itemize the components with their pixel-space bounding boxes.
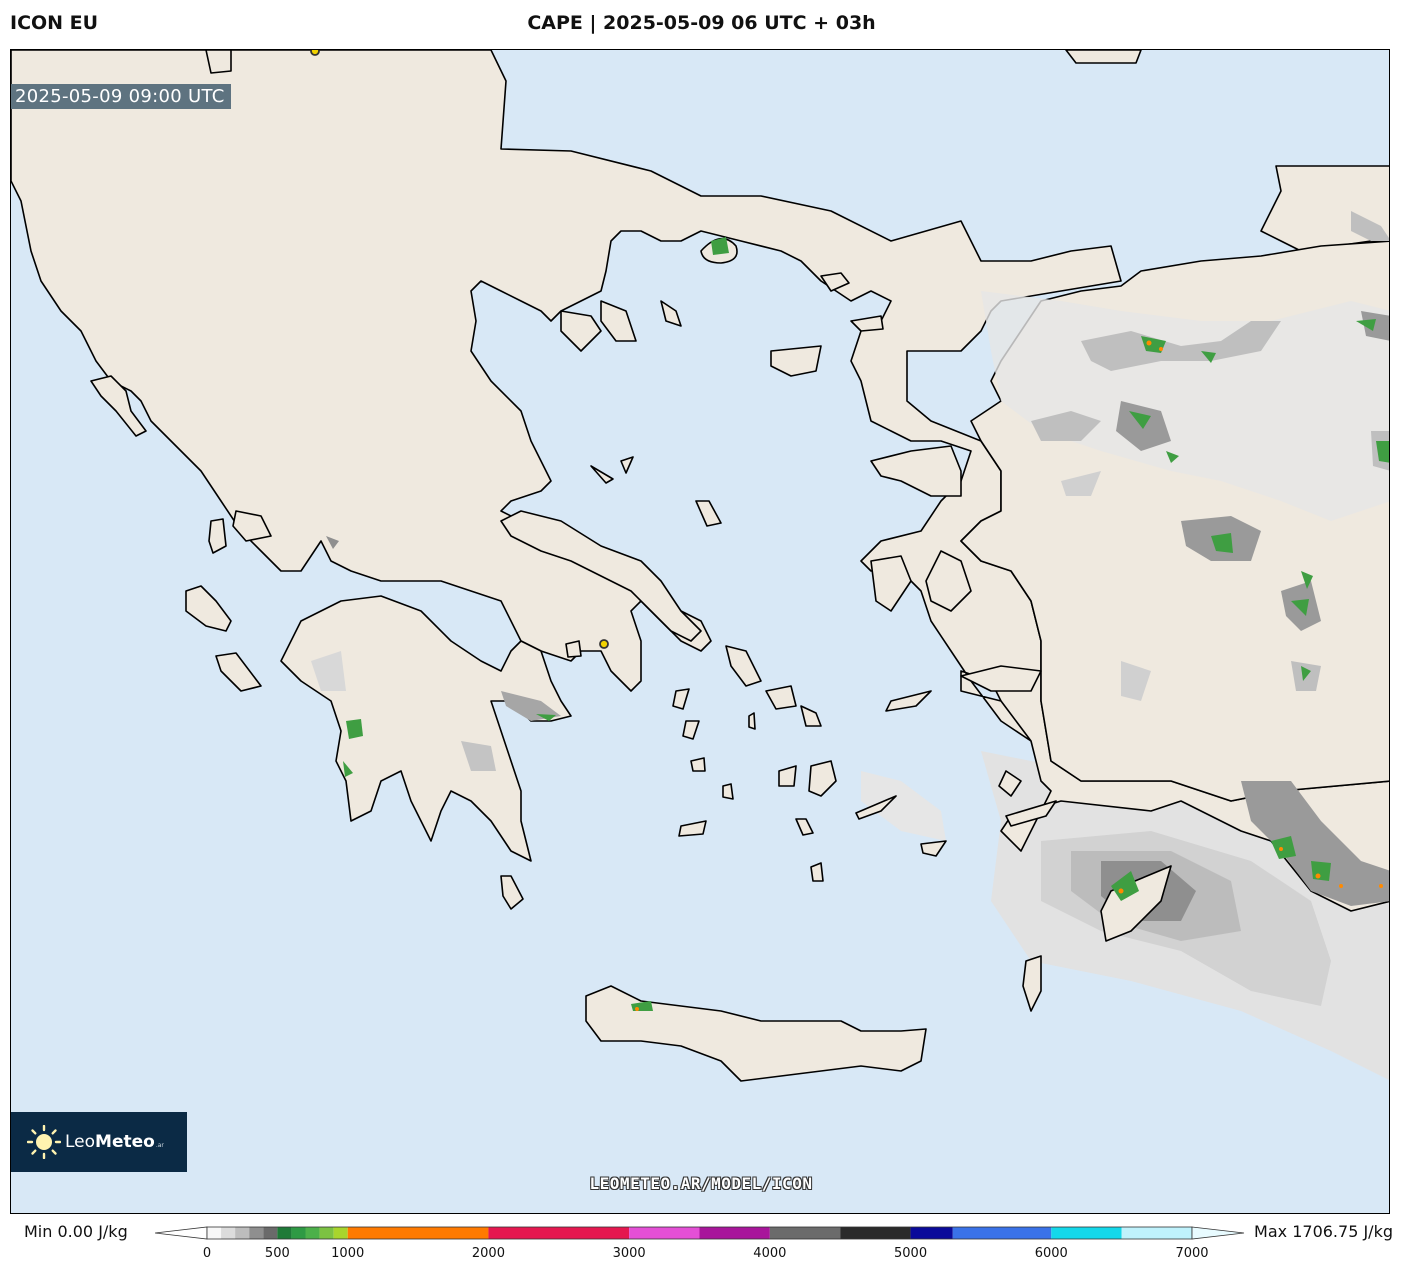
sun-icon	[27, 1125, 61, 1159]
map-title: CAPE | 2025-05-09 06 UTC + 03h	[527, 12, 876, 34]
colorbar-tick-label: 2000	[471, 1246, 505, 1261]
colorbar-band	[277, 1227, 292, 1239]
map-frame[interactable]: 2025-05-09 09:00 UTC LeoMeteo .ar LEOMET…	[10, 49, 1390, 1214]
colorbar-band	[1051, 1227, 1122, 1239]
logo-suffix: .ar	[155, 1141, 164, 1149]
colorbar-band	[488, 1227, 630, 1239]
map-canvas	[11, 50, 1389, 1213]
valid-time-label: 2025-05-09 09:00 UTC	[11, 84, 231, 109]
colorbar-tick-label: 500	[264, 1246, 290, 1261]
colorbar-band	[235, 1227, 250, 1239]
city-marker-athens	[599, 639, 609, 649]
colorbar-tick-label: 6000	[1034, 1246, 1068, 1261]
city-marker-north	[310, 50, 320, 56]
colorbar	[155, 1226, 1245, 1240]
colorbar-tick-label: 5000	[894, 1246, 928, 1261]
colorbar-band	[840, 1227, 911, 1239]
colorbar-tick-label: 1000	[331, 1246, 365, 1261]
colorbar-band	[769, 1227, 841, 1239]
colorbar-band	[333, 1227, 348, 1239]
colorbar-band	[347, 1227, 489, 1239]
colorbar-band	[207, 1227, 222, 1239]
logo-text-light: Leo	[65, 1132, 96, 1152]
colorbar-band	[305, 1227, 320, 1239]
colorbar-min-arrow	[155, 1226, 208, 1240]
colorbar-tick-label: 0	[202, 1246, 212, 1261]
legend-max-label: Max 1706.75 J/kg	[1254, 1222, 1393, 1241]
colorbar-band	[319, 1227, 334, 1239]
colorbar-band	[629, 1227, 700, 1239]
colorbar-band	[910, 1227, 953, 1239]
colorbar-band	[249, 1227, 264, 1239]
colorbar-band	[699, 1227, 770, 1239]
leometeo-logo[interactable]: LeoMeteo .ar	[11, 1112, 187, 1172]
logo-text-bold: Meteo	[95, 1132, 155, 1152]
colorbar-tick-label: 7000	[1175, 1246, 1209, 1261]
colorbar-band	[221, 1227, 236, 1239]
logo-text: LeoMeteo	[65, 1132, 155, 1152]
legend-min-label: Min 0.00 J/kg	[24, 1222, 128, 1241]
colorbar-band	[291, 1227, 306, 1239]
colorbar-band	[263, 1227, 278, 1239]
colorbar-band	[952, 1227, 1052, 1239]
colorbar-max-arrow	[1191, 1226, 1245, 1240]
watermark-url: LEOMETEO.AR/MODEL/ICON	[589, 1174, 813, 1193]
colorbar-tick-label: 4000	[753, 1246, 787, 1261]
colorbar-tick-label: 3000	[612, 1246, 646, 1261]
colorbar-bands	[207, 1227, 1192, 1239]
colorbar-band	[1121, 1227, 1192, 1239]
